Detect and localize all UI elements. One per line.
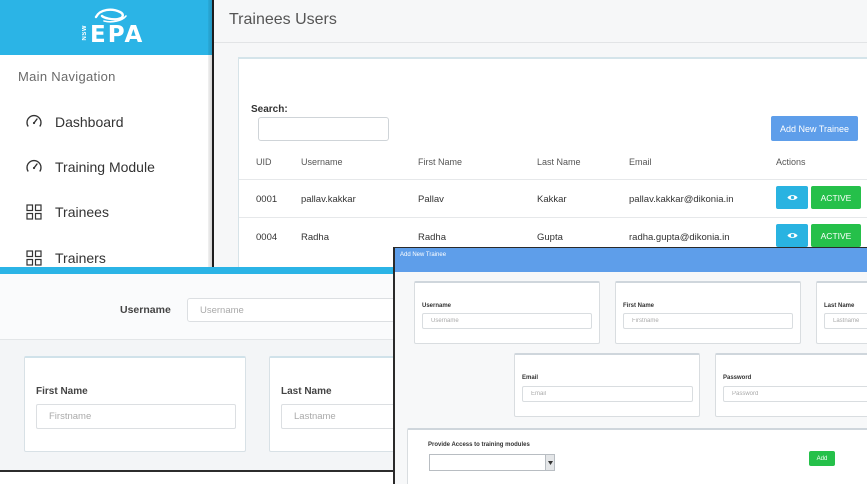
view-button[interactable] [776,186,808,209]
sidebar-item-label: Trainers [55,250,106,266]
last-name-card: Last Name [816,281,867,344]
cell-email: radha.gupta@dikonia.in [629,232,730,243]
cell-last-name: Kakkar [537,194,567,205]
sidebar-item-dashboard[interactable]: Dashboard [25,111,124,133]
first-name-card: First Name [24,356,246,452]
email-card: Email [514,353,700,417]
cell-first-name: Pallav [418,194,444,205]
name-fields-area: First Name Last Name [0,340,400,470]
logo-epa-text: EPA [90,22,145,48]
add-new-trainee-panel: Add New Trainee Username First Name Last… [393,247,867,484]
grid-icon [26,204,42,220]
password-input[interactable] [723,386,867,402]
trainees-table-card: Search: Add New Trainee UID Username Fir… [238,57,867,268]
username-input[interactable] [187,298,400,322]
first-name-label: First Name [623,303,655,309]
cell-last-name: Gupta [537,232,563,243]
password-card: Password [715,353,867,417]
sidebar-item-training-module[interactable]: Training Module [25,156,155,178]
select-arrow[interactable] [545,455,554,470]
username-card: Username [414,281,600,344]
caret-down-icon [547,460,553,465]
last-name-input[interactable] [824,313,867,329]
column-header-uid[interactable]: UID [256,157,272,167]
email-input[interactable] [522,386,693,402]
first-name-input[interactable] [623,313,793,329]
row-divider [239,179,867,180]
username-row: Username [0,274,400,340]
view-button[interactable] [776,224,808,247]
last-name-label: Last Name [281,386,332,397]
column-header-email[interactable]: Email [629,157,652,167]
column-header-actions: Actions [776,157,806,167]
column-header-last-name[interactable]: Last Name [537,157,581,167]
last-name-input[interactable] [281,404,400,429]
username-input[interactable] [422,313,592,329]
password-label: Password [723,375,752,381]
cell-username: Radha [301,232,329,243]
epa-logo[interactable]: NSW EPA [82,8,152,48]
add-trainee-header: Add New Trainee [395,248,867,272]
column-header-first-name[interactable]: First Name [418,157,462,167]
username-label: Username [120,304,171,316]
status-active-button[interactable]: ACTIVE [811,224,861,247]
sidebar-item-trainees[interactable]: Trainees [25,201,109,223]
first-name-input[interactable] [36,404,236,429]
add-trainee-title: Add New Trainee [400,252,447,258]
last-name-label: Last Name [824,303,855,309]
cell-uid: 0004 [256,232,278,243]
cell-username: pallav.kakkar [301,194,356,205]
speedometer-icon [26,114,42,127]
sidebar-item-label: Dashboard [55,114,124,130]
add-new-trainee-button[interactable]: Add New Trainee [771,116,858,141]
add-button[interactable]: Add [809,451,835,466]
trainees-users-panel: Trainees Users Search: Add New Trainee U… [212,0,867,270]
trainee-form-panel: Username First Name Last Name [0,267,400,484]
logo-nsw-text: NSW [82,25,88,41]
status-active-button[interactable]: ACTIVE [811,186,861,209]
cell-uid: 0001 [256,194,278,205]
first-name-card: First Name [615,281,801,344]
panel-edge [0,470,400,472]
last-name-card: Last Name [269,356,400,452]
sidebar-item-label: Training Module [55,159,155,175]
email-label: Email [522,375,539,381]
first-name-label: First Name [36,386,88,397]
nav-heading: Main Navigation [18,69,116,84]
modules-label: Provide Access to training modules [428,442,530,448]
search-input[interactable] [258,117,389,141]
cell-first-name: Radha [418,232,446,243]
sidebar-item-label: Trainees [55,204,109,220]
cell-email: pallav.kakkar@dikonia.in [629,194,734,205]
header-divider [214,42,867,43]
logo-bar: NSW EPA [0,0,212,55]
training-modules-select[interactable] [429,454,555,471]
sidebar-item-trainers[interactable]: Trainers [25,247,106,269]
speedometer-icon [26,159,42,172]
grid-icon [26,250,42,266]
eye-icon [786,195,798,200]
row-divider [239,217,867,218]
page-title: Trainees Users [229,11,337,28]
column-header-username[interactable]: Username [301,157,343,167]
sidebar: NSW EPA Main Navigation Dashboard Traini… [0,0,212,272]
screenshot-collage: NSW EPA Main Navigation Dashboard Traini… [0,0,867,484]
username-label: Username [422,303,452,309]
eye-icon [786,233,798,238]
search-label: Search: [251,104,288,115]
